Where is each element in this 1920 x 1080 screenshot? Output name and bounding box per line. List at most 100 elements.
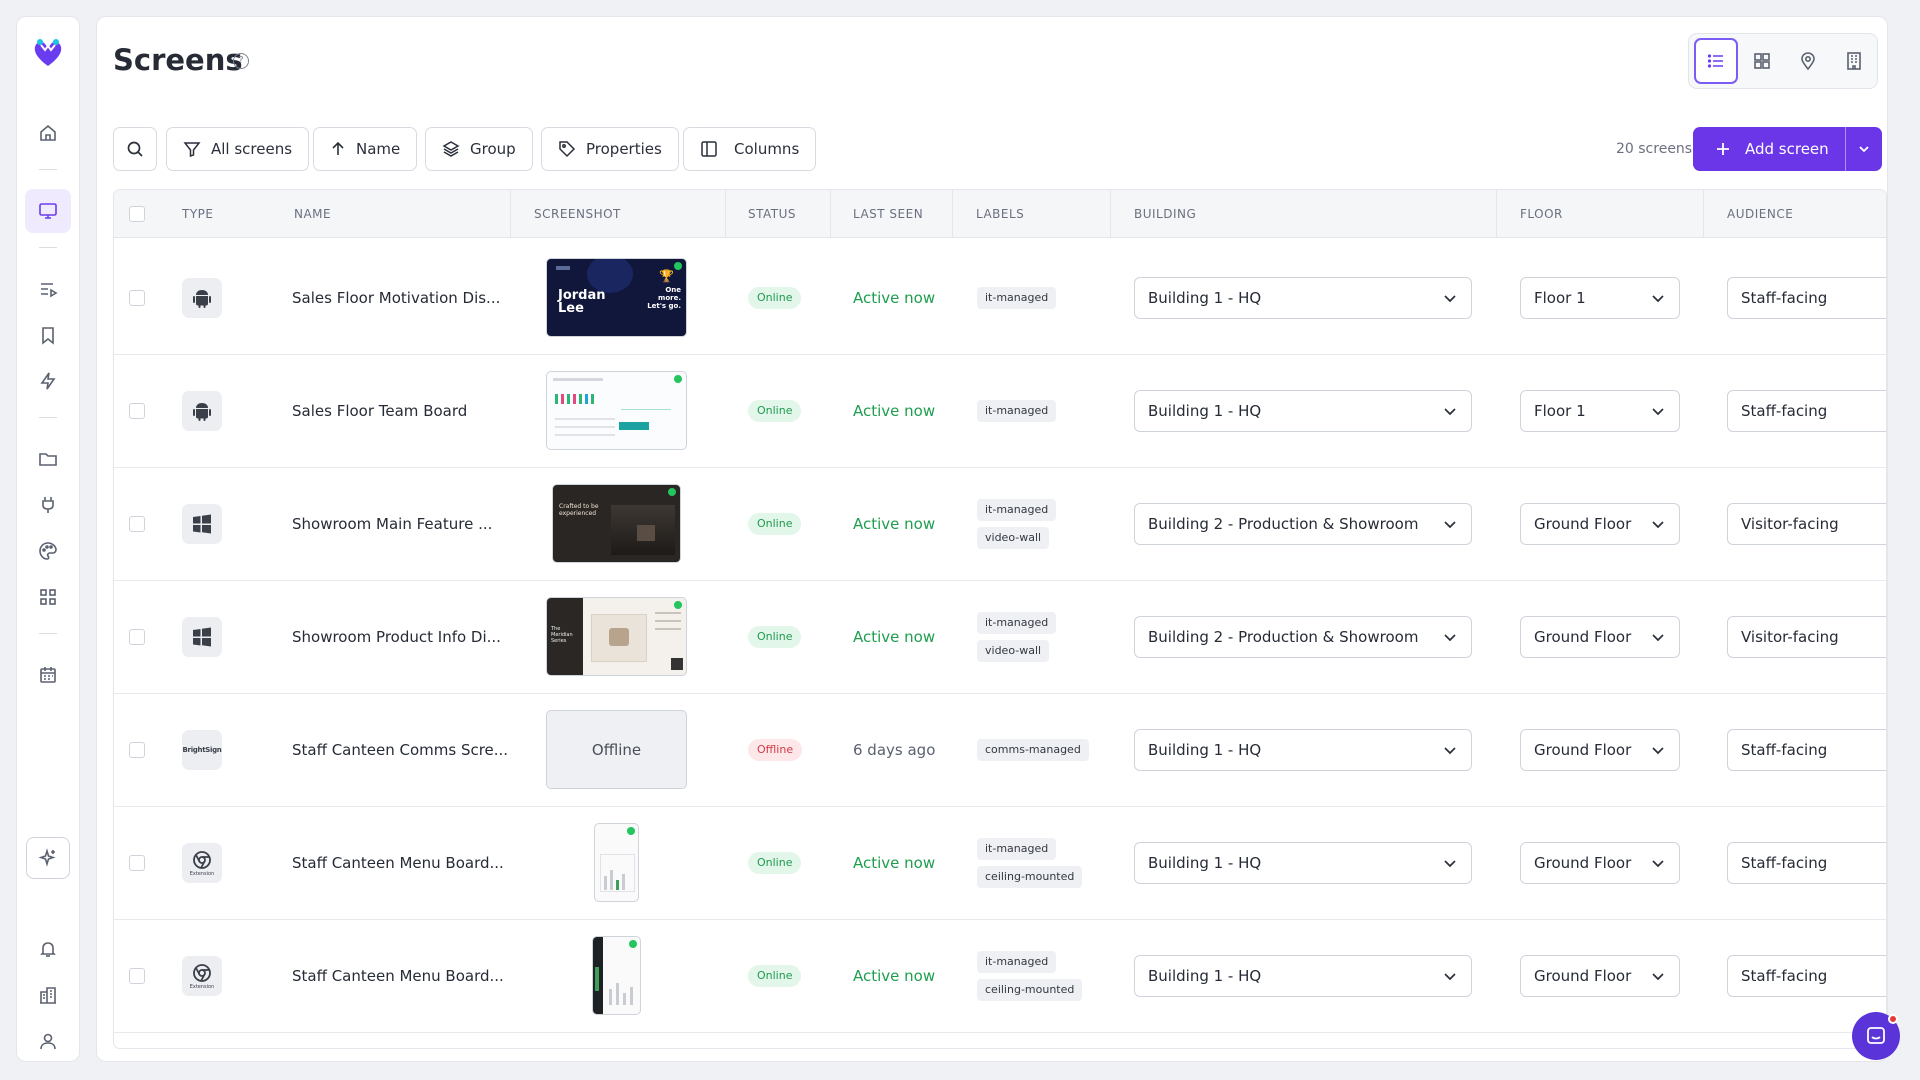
screen-name[interactable]: Sales Floor Motivation Dis... bbox=[292, 289, 500, 307]
sparkle-icon[interactable] bbox=[26, 837, 70, 879]
label-chip[interactable]: ceiling-mounted bbox=[977, 866, 1083, 888]
audience-select[interactable]: Visitor-facing bbox=[1727, 616, 1886, 658]
label-chip[interactable]: it-managed bbox=[977, 499, 1057, 521]
screen-name[interactable]: Sales Floor Team Board bbox=[292, 402, 467, 420]
table-row[interactable]: Showroom Product Info Di... The Meridian… bbox=[114, 581, 1886, 694]
label-chip[interactable]: it-managed bbox=[977, 612, 1057, 634]
select-all-checkbox[interactable] bbox=[129, 206, 145, 222]
label-chip[interactable]: it-managed bbox=[977, 838, 1057, 860]
screen-name[interactable]: Showroom Main Feature ... bbox=[292, 515, 492, 533]
building-select[interactable]: Building 2 - Production & Showroom bbox=[1134, 616, 1472, 658]
search-button[interactable] bbox=[113, 127, 157, 171]
plug-icon[interactable] bbox=[25, 483, 71, 527]
building-select[interactable]: Building 1 - HQ bbox=[1134, 842, 1472, 884]
screenshot-thumbnail[interactable]: Jordan Lee One more. Let's go. 🏆 bbox=[546, 258, 687, 337]
user-icon[interactable] bbox=[25, 1019, 71, 1063]
list-view-icon[interactable] bbox=[1694, 38, 1738, 84]
row-checkbox[interactable] bbox=[129, 629, 145, 645]
screenshot-thumbnail[interactable] bbox=[592, 936, 641, 1015]
screenshot-thumbnail[interactable]: Offline bbox=[546, 710, 687, 789]
screenshot-thumbnail[interactable]: The Meridian Series bbox=[546, 597, 687, 676]
grid-view-icon[interactable] bbox=[1740, 38, 1784, 84]
row-checkbox[interactable] bbox=[129, 516, 145, 532]
screen-name[interactable]: Staff Canteen Menu Board... bbox=[292, 854, 504, 872]
floor-select[interactable]: Ground Floor bbox=[1520, 729, 1680, 771]
lightning-icon[interactable] bbox=[25, 359, 71, 403]
floor-select[interactable]: Ground Floor bbox=[1520, 503, 1680, 545]
floor-select[interactable]: Ground Floor bbox=[1520, 616, 1680, 658]
header-screenshot[interactable]: SCREENSHOT bbox=[534, 190, 621, 238]
table-row[interactable]: Showroom Main Feature ... Crafted to be … bbox=[114, 468, 1886, 581]
row-checkbox[interactable] bbox=[129, 403, 145, 419]
table-row[interactable]: Sales Floor Motivation Dis... Jordan Lee… bbox=[114, 242, 1886, 355]
folder-icon[interactable] bbox=[25, 437, 71, 481]
bell-icon[interactable] bbox=[25, 927, 71, 971]
floor-select[interactable]: Ground Floor bbox=[1520, 955, 1680, 997]
building-select[interactable]: Building 1 - HQ bbox=[1134, 729, 1472, 771]
table-row[interactable]: Extension Staff Canteen Menu Board... On… bbox=[114, 807, 1886, 920]
thumbnail-side-text: One more. Let's go. bbox=[647, 286, 681, 310]
home-icon[interactable] bbox=[25, 111, 71, 155]
add-screen-dropdown[interactable] bbox=[1845, 127, 1882, 171]
help-icon[interactable]: ? bbox=[233, 53, 249, 69]
header-building[interactable]: BUILDING bbox=[1134, 190, 1196, 238]
header-name[interactable]: NAME bbox=[294, 190, 331, 238]
table-row[interactable]: BrightSign Staff Canteen Comms Scre... O… bbox=[114, 694, 1886, 807]
filter-button[interactable]: All screens bbox=[166, 127, 310, 171]
heart-logo-icon[interactable] bbox=[25, 31, 71, 75]
audience-select[interactable]: Staff-facing bbox=[1727, 842, 1886, 884]
columns-button[interactable]: Columns bbox=[683, 127, 817, 171]
floor-select[interactable]: Floor 1 bbox=[1520, 390, 1680, 432]
label-chip[interactable]: it-managed bbox=[977, 287, 1057, 309]
table-row[interactable]: Extension Staff Canteen Menu Board... On… bbox=[114, 920, 1886, 1033]
audience-select[interactable]: Staff-facing bbox=[1727, 955, 1886, 997]
label-chip[interactable]: ceiling-mounted bbox=[977, 979, 1083, 1001]
bookmark-icon[interactable] bbox=[25, 313, 71, 357]
audience-select[interactable]: Visitor-facing bbox=[1727, 503, 1886, 545]
screen-name[interactable]: Staff Canteen Comms Scre... bbox=[292, 741, 508, 759]
building-select[interactable]: Building 1 - HQ bbox=[1134, 390, 1472, 432]
building-icon[interactable] bbox=[25, 973, 71, 1017]
header-last-seen[interactable]: LAST SEEN bbox=[853, 190, 923, 238]
floor-select[interactable]: Floor 1 bbox=[1520, 277, 1680, 319]
label-chip[interactable]: video-wall bbox=[977, 527, 1050, 549]
header-status[interactable]: STATUS bbox=[748, 190, 796, 238]
map-pin-icon[interactable] bbox=[1786, 38, 1830, 84]
label-chip[interactable]: comms-managed bbox=[977, 739, 1089, 761]
header-labels[interactable]: LABELS bbox=[976, 190, 1024, 238]
building-select[interactable]: Building 1 - HQ bbox=[1134, 955, 1472, 997]
monitor-icon[interactable] bbox=[25, 189, 71, 233]
screenshot-thumbnail[interactable] bbox=[546, 371, 687, 450]
audience-select[interactable]: Staff-facing bbox=[1727, 277, 1886, 319]
audience-select[interactable]: Staff-facing bbox=[1727, 390, 1886, 432]
playlist-icon[interactable] bbox=[25, 267, 71, 311]
screenshot-thumbnail[interactable] bbox=[594, 823, 639, 902]
row-checkbox[interactable] bbox=[129, 290, 145, 306]
group-button[interactable]: Group bbox=[425, 127, 533, 171]
header-audience[interactable]: AUDIENCE bbox=[1727, 190, 1793, 238]
online-dot bbox=[627, 827, 635, 835]
row-checkbox[interactable] bbox=[129, 855, 145, 871]
header-type[interactable]: TYPE bbox=[182, 190, 213, 238]
building-select[interactable]: Building 2 - Production & Showroom bbox=[1134, 503, 1472, 545]
properties-button[interactable]: Properties bbox=[541, 127, 679, 171]
label-chip[interactable]: it-managed bbox=[977, 951, 1057, 973]
sort-button[interactable]: Name bbox=[313, 127, 418, 171]
screen-name[interactable]: Showroom Product Info Di... bbox=[292, 628, 501, 646]
add-screen-main[interactable]: Add screen bbox=[1693, 127, 1845, 171]
header-floor[interactable]: FLOOR bbox=[1520, 190, 1563, 238]
building-select[interactable]: Building 1 - HQ bbox=[1134, 277, 1472, 319]
label-chip[interactable]: it-managed bbox=[977, 400, 1057, 422]
audience-select[interactable]: Staff-facing bbox=[1727, 729, 1886, 771]
palette-icon[interactable] bbox=[25, 529, 71, 573]
label-chip[interactable]: video-wall bbox=[977, 640, 1050, 662]
calendar-icon[interactable] bbox=[25, 653, 71, 697]
screenshot-thumbnail[interactable]: Crafted to be experienced bbox=[552, 484, 681, 563]
apps-grid-icon[interactable] bbox=[25, 575, 71, 619]
screen-name[interactable]: Staff Canteen Menu Board... bbox=[292, 967, 504, 985]
row-checkbox[interactable] bbox=[129, 742, 145, 758]
building-view-icon[interactable] bbox=[1832, 38, 1876, 84]
row-checkbox[interactable] bbox=[129, 968, 145, 984]
table-row[interactable]: Sales Floor Team Board Online Active now… bbox=[114, 355, 1886, 468]
floor-select[interactable]: Ground Floor bbox=[1520, 842, 1680, 884]
